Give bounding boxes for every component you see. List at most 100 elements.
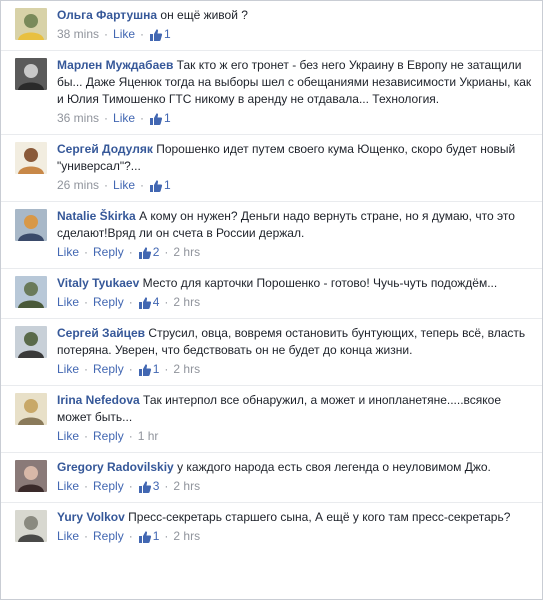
- separator: ·: [164, 362, 169, 376]
- like-link[interactable]: Like: [113, 176, 135, 195]
- like-count[interactable]: 2: [138, 243, 160, 262]
- like-count-value: 1: [164, 111, 171, 125]
- like-count[interactable]: 1: [149, 109, 171, 128]
- like-count[interactable]: 1: [149, 176, 171, 195]
- reply-link[interactable]: Reply: [93, 243, 124, 262]
- comment-author[interactable]: Vitaly Tyukaev: [57, 276, 139, 290]
- avatar-image: [15, 326, 47, 358]
- like-link[interactable]: Like: [57, 427, 79, 446]
- comment-author[interactable]: Ольга Фартушна: [57, 8, 157, 22]
- reply-link[interactable]: Reply: [93, 477, 124, 496]
- thumbs-up-icon: [138, 480, 151, 493]
- comment-meta: Like · Reply · 4 · 2 hrs: [57, 293, 532, 312]
- avatar-image: [15, 460, 47, 492]
- like-count[interactable]: 1: [149, 25, 171, 44]
- avatar[interactable]: [15, 8, 47, 40]
- thumbs-up-icon: [150, 112, 163, 125]
- comment: Irina Nefedova Так интерпол все обнаружи…: [1, 386, 542, 453]
- comment-time[interactable]: 2 hrs: [173, 477, 200, 496]
- avatar[interactable]: [15, 326, 47, 358]
- like-link[interactable]: Like: [113, 109, 135, 128]
- comment-body: Ольга Фартушна он ещё живой ? 38 mins · Li…: [57, 7, 532, 44]
- avatar[interactable]: [15, 510, 47, 542]
- like-link[interactable]: Like: [57, 293, 79, 312]
- comment-body: Natalie Škirka А кому он нужен? Деньги н…: [57, 208, 532, 262]
- reply-link[interactable]: Reply: [93, 360, 124, 379]
- avatar[interactable]: [15, 209, 47, 241]
- comment-time[interactable]: 2 hrs: [173, 360, 200, 379]
- separator: ·: [164, 479, 169, 493]
- thumbs-up-icon: [138, 246, 151, 259]
- separator: ·: [128, 529, 133, 543]
- comment-author[interactable]: Марлен Муждабаев: [57, 58, 173, 72]
- comment-author[interactable]: Gregory Radovilskiy: [57, 460, 174, 474]
- comment-body: Irina Nefedova Так интерпол все обнаружи…: [57, 392, 532, 446]
- thumbs-up-icon: [138, 530, 151, 543]
- comment-text: Место для карточки Порошенко - готово! Ч…: [142, 276, 498, 290]
- like-count-value: 1: [152, 362, 160, 376]
- avatar-image: [15, 58, 47, 90]
- like-count-value: 2: [152, 245, 160, 259]
- comments-panel: Ольга Фартушна он ещё живой ? 38 mins · Li…: [0, 0, 543, 600]
- comment-meta: 36 mins · Like · 1: [57, 109, 532, 128]
- comment-text: он ещё живой ?: [160, 8, 248, 22]
- like-link[interactable]: Like: [57, 527, 79, 546]
- avatar[interactable]: [15, 142, 47, 174]
- comment-author[interactable]: Сергей Зайцев: [57, 326, 145, 340]
- avatar[interactable]: [15, 58, 47, 90]
- comment-time[interactable]: 38 mins: [57, 25, 99, 44]
- comment-body: Сергей Додуляк Порошенко идет путем свое…: [57, 141, 532, 195]
- like-count-value: 1: [152, 529, 160, 543]
- avatar-image: [15, 510, 47, 542]
- like-link[interactable]: Like: [57, 243, 79, 262]
- like-count[interactable]: 1: [138, 360, 160, 379]
- separator: ·: [128, 245, 133, 259]
- separator: ·: [104, 178, 109, 192]
- comment: Yury Volkov Пресс-секретарь старшего сын…: [1, 503, 542, 552]
- comment-author[interactable]: Natalie Škirka: [57, 209, 136, 223]
- comment-author[interactable]: Yury Volkov: [57, 510, 125, 524]
- comment-time[interactable]: 1 hr: [138, 427, 159, 446]
- comment: Ольга Фартушна он ещё живой ? 38 mins · Li…: [1, 1, 542, 51]
- separator: ·: [140, 178, 145, 192]
- like-count[interactable]: 3: [138, 477, 159, 496]
- thumbs-up-icon: [150, 179, 163, 192]
- reply-link[interactable]: Reply: [93, 527, 124, 546]
- avatar-image: [15, 142, 47, 174]
- separator: ·: [164, 245, 169, 259]
- comment-author[interactable]: Irina Nefedova: [57, 393, 140, 407]
- separator: ·: [84, 479, 89, 493]
- separator: ·: [84, 245, 89, 259]
- like-link[interactable]: Like: [57, 477, 79, 496]
- comment-author[interactable]: Сергей Додуляк: [57, 142, 153, 156]
- comment: Vitaly Tyukaev Место для карточки Пороше…: [1, 269, 542, 319]
- comment: Сергей Додуляк Порошенко идет путем свое…: [1, 135, 542, 202]
- like-count[interactable]: 4: [138, 293, 159, 312]
- comment: Сергей Зайцев Струсил, овца, вовремя ост…: [1, 319, 542, 386]
- comment-time[interactable]: 2 hrs: [173, 243, 200, 262]
- reply-link[interactable]: Reply: [93, 293, 124, 312]
- avatar[interactable]: [15, 393, 47, 425]
- avatar-image: [15, 276, 47, 308]
- comment-time[interactable]: 36 mins: [57, 109, 99, 128]
- comment-time[interactable]: 26 mins: [57, 176, 99, 195]
- avatar[interactable]: [15, 276, 47, 308]
- avatar-image: [15, 393, 47, 425]
- comment-meta: Like · Reply · 1 hr: [57, 427, 532, 446]
- like-count-value: 1: [164, 178, 171, 192]
- like-link[interactable]: Like: [57, 360, 79, 379]
- like-count[interactable]: 1: [138, 527, 160, 546]
- comment-meta: Like · Reply · 1 · 2 hrs: [57, 527, 532, 546]
- separator: ·: [164, 295, 169, 309]
- comment: Natalie Škirka А кому он нужен? Деньги н…: [1, 202, 542, 269]
- comment-text: у каждого народа есть своя легенда о неу…: [177, 460, 491, 474]
- like-count-value: 1: [164, 27, 171, 41]
- thumbs-up-icon: [150, 28, 163, 41]
- avatar-image: [15, 209, 47, 241]
- avatar[interactable]: [15, 460, 47, 492]
- comment-time[interactable]: 2 hrs: [173, 293, 200, 312]
- reply-link[interactable]: Reply: [93, 427, 124, 446]
- comment: Марлен Муждабаев Так кто ж его тронет - …: [1, 51, 542, 135]
- like-link[interactable]: Like: [113, 25, 135, 44]
- comment-time[interactable]: 2 hrs: [173, 527, 200, 546]
